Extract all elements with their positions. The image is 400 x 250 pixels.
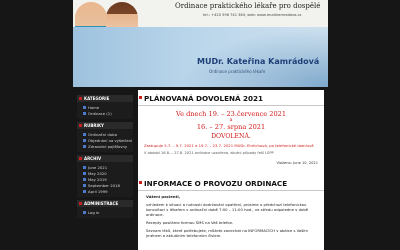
bullet-icon — [83, 138, 86, 142]
sidebar-section-administrace: Log in — [77, 207, 133, 218]
post-title-link[interactable]: INFORMACE O PROVOZU ORDINACE — [138, 175, 324, 191]
link-label: Objednání na vyšetření — [88, 137, 133, 143]
closure-note: V období 16.8. – 27.8. 2021 ordinace uza… — [144, 151, 274, 155]
bullet-icon — [83, 165, 86, 169]
vacation-dates-2: 16. – 27. srpna 2021 — [196, 123, 266, 131]
greeting-text: Vážení pacienti, — [146, 194, 181, 199]
sidebar-section-kategorie: Home Ordinace (1) — [77, 102, 133, 119]
header-bar: Ordinace praktického lékaře pro dospělé … — [73, 0, 328, 87]
bullet-icon — [83, 183, 86, 187]
sidebar: KATEGORIE Home Ordinace (1) RUBRIKY Ordi… — [77, 92, 133, 218]
link-label: April 1999 — [88, 188, 108, 194]
link-label: Ordinace (1) — [88, 110, 112, 116]
login-link[interactable]: Log in — [77, 209, 133, 215]
link-label: Log in — [88, 209, 100, 215]
bullet-icon — [83, 189, 86, 193]
vacation-label: DOVOLENÁ. — [211, 133, 251, 140]
banner-subtitle: Ordinace praktického lékaře — [209, 69, 266, 74]
post-title-link[interactable]: PLÁNOVANÁ DOVOLENÁ 2021 — [138, 90, 324, 106]
sidebar-section-rubriky: Ordinační doba Objednání na vyšetření Zd… — [77, 129, 133, 152]
sidebar-section-archiv: June 2021 May 2020 May 2019 September 20… — [77, 162, 133, 197]
substitute-note: Zastupuje 5.7. – 9.7. 2021 a 19.7. – 23.… — [144, 143, 314, 148]
site-title: Ordinace praktického lékaře pro dospělé — [175, 2, 321, 10]
bullet-icon — [83, 105, 86, 109]
sidebar-link-pojistovny[interactable]: Zdravotní pojišťovny — [77, 143, 133, 149]
link-label: September 2018 — [88, 182, 120, 188]
sidebar-heading-kategorie: KATEGORIE — [77, 95, 133, 102]
archive-link[interactable]: April 1999 — [77, 188, 133, 194]
bullet-icon — [83, 144, 86, 148]
bullet-icon — [83, 210, 86, 214]
main-content: PLÁNOVANÁ DOVOLENÁ 2021 Ve dnech 19. – 2… — [138, 90, 324, 250]
header-banner: MUDr. Kateřina Kamrádová Ordinace prakti… — [73, 27, 328, 87]
post-paragraph: Recepty posíláme formou SMS na Váš telef… — [146, 220, 234, 225]
bullet-icon — [83, 111, 86, 115]
website: Ordinace praktického lékaře pro dospělé … — [73, 0, 328, 250]
bullet-icon — [83, 132, 86, 136]
contact-info: tel.: +420 596 741 364, web: www.mudrkam… — [203, 13, 302, 17]
post-greeting: Vážení pacienti, — [138, 191, 324, 199]
post-date: Vloženo: June 10, 2021 — [276, 161, 318, 165]
link-label: May 2020 — [88, 170, 107, 176]
post-paragraph: Seznam léků, které potřebujete, můžete z… — [146, 228, 308, 238]
sidebar-heading-administrace: ADMINISTRACE — [77, 200, 133, 207]
bullet-icon — [83, 177, 86, 181]
sidebar-heading-rubriky: RUBRIKY — [77, 122, 133, 129]
link-label: Zdravotní pojišťovny — [88, 143, 128, 149]
bullet-icon — [83, 171, 86, 175]
sidebar-link-ordinace[interactable]: Ordinace (1) — [77, 110, 133, 116]
link-label: May 2019 — [88, 176, 107, 182]
link-label: June 2021 — [88, 164, 108, 170]
link-label: Home — [88, 104, 100, 110]
sidebar-heading-archiv: ARCHIV — [77, 155, 133, 162]
doctor-name: MUDr. Kateřina Kamrádová — [197, 57, 320, 66]
link-label: Ordinační doba — [88, 131, 117, 137]
post-paragraph: vzhledem k situaci a nutnosti dodržování… — [146, 202, 309, 217]
